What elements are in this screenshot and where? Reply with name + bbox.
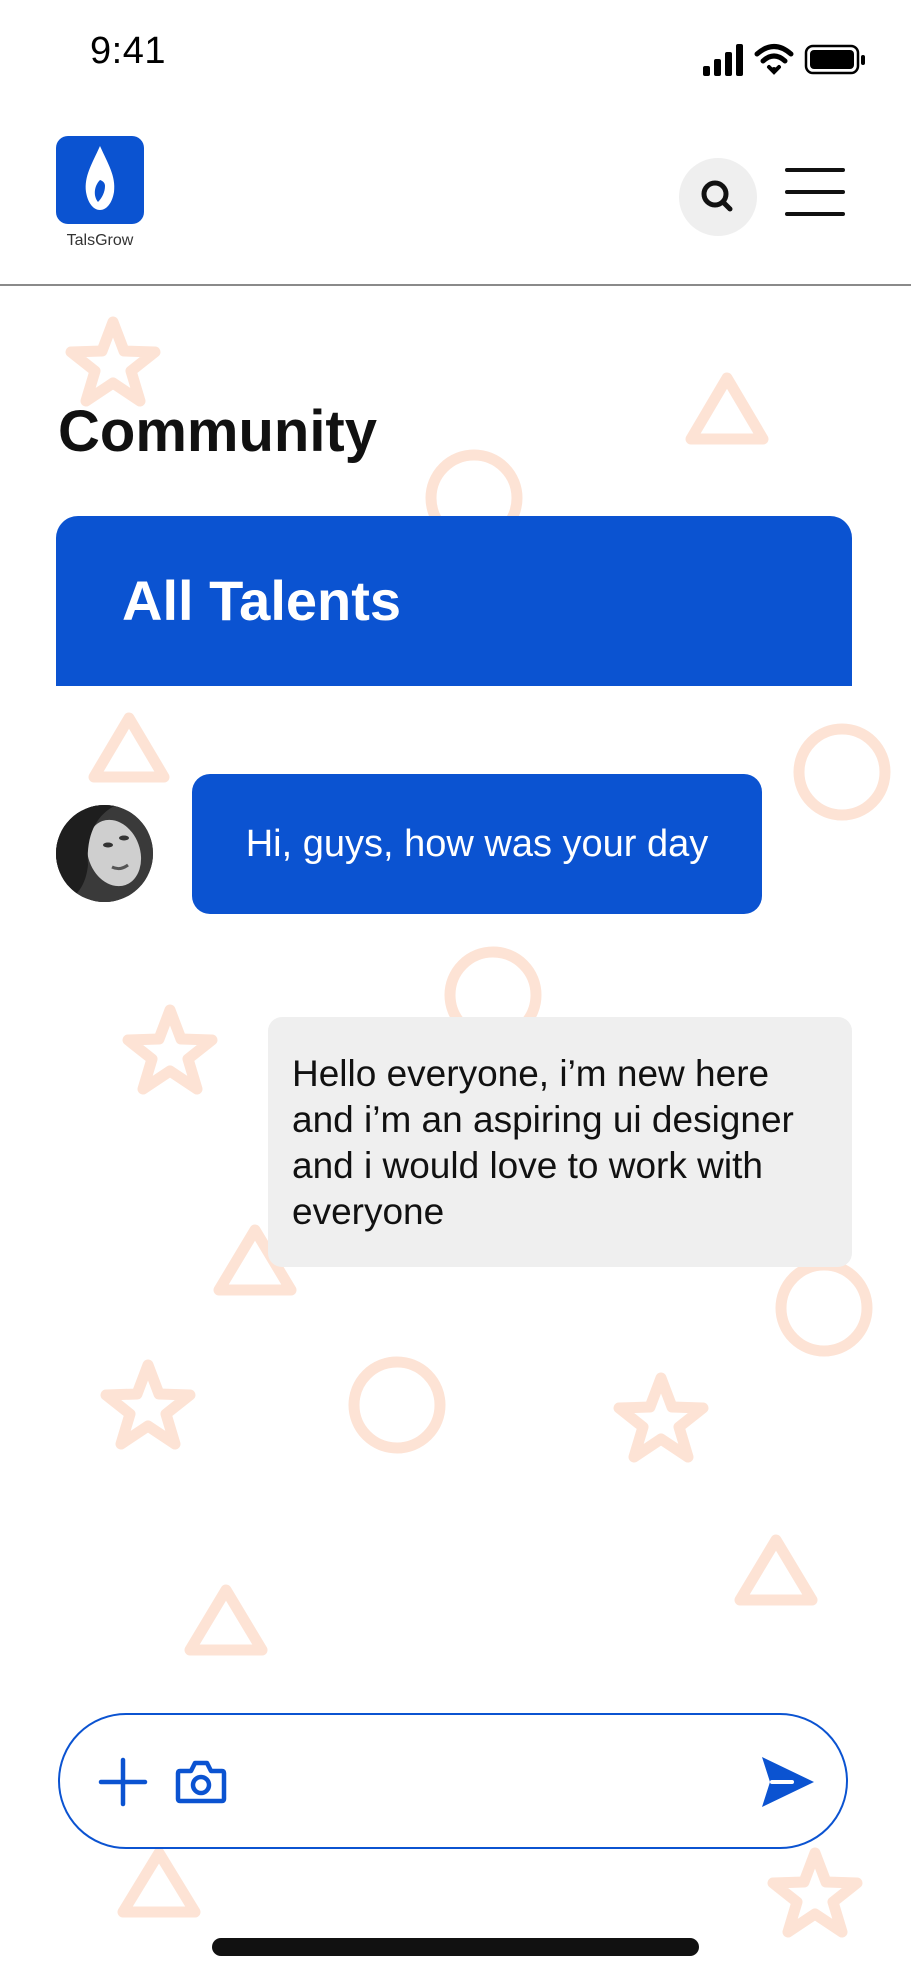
message-bubble-outgoing: Hello everyone, i’m new here and i’m an … [268, 1017, 852, 1267]
message-text-line: Hello everyone, i’m new here [292, 1053, 770, 1094]
background-decoration [65, 316, 891, 1938]
search-button[interactable] [679, 158, 757, 236]
channel-label: All Talents [122, 569, 402, 632]
home-indicator[interactable] [212, 1938, 699, 1956]
camera-button[interactable] [174, 1755, 228, 1809]
channel-banner[interactable]: All Talents [56, 516, 852, 686]
avatar[interactable] [56, 805, 153, 902]
message-text-line: and i’m an aspiring ui designer [292, 1099, 794, 1140]
user-avatar-image [56, 805, 153, 902]
plus-icon [98, 1757, 148, 1807]
status-time: 9:41 [90, 30, 166, 72]
page-title: Community [58, 399, 377, 464]
attach-button[interactable] [96, 1755, 150, 1809]
signal-icon [703, 44, 743, 76]
message-composer [58, 1713, 848, 1849]
message-bubble-incoming: Hi, guys, how was your day [192, 774, 762, 914]
message-text-line: and i would love to work with [292, 1145, 763, 1186]
message-input[interactable] [250, 1745, 750, 1819]
menu-button[interactable] [784, 166, 846, 218]
camera-icon [175, 1760, 227, 1804]
logo-text: TalsGrow [66, 232, 134, 249]
app-header: TalsGrow [0, 110, 911, 286]
status-icons [703, 44, 865, 76]
send-button[interactable] [758, 1753, 816, 1811]
wifi-icon [754, 44, 794, 75]
hamburger-menu-icon [785, 168, 845, 216]
send-icon [762, 1757, 814, 1807]
battery-icon [804, 44, 865, 75]
status-bar: 9:41 [0, 0, 911, 110]
message-text-line: everyone [292, 1191, 445, 1232]
talsgrow-logo-icon[interactable] [56, 136, 144, 224]
message-text: Hi, guys, how was your day [245, 822, 709, 865]
search-icon [701, 180, 733, 212]
